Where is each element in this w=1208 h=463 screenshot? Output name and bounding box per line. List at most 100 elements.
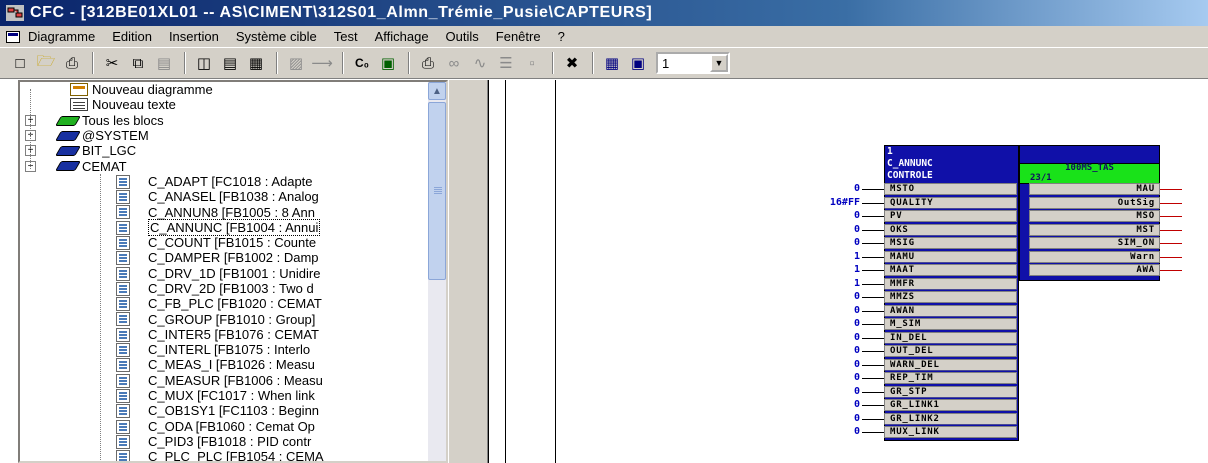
catalog-icon[interactable]: ◫: [192, 51, 216, 75]
menu-affichage[interactable]: Affichage: [373, 28, 431, 45]
sheet-view-icon[interactable]: ▦: [244, 51, 268, 75]
input-value[interactable]: 1: [800, 278, 860, 289]
tree-item[interactable]: C_OB1SY1 [FC1103 : Beginn: [20, 403, 420, 418]
tree-item[interactable]: C_ANNUN8 [FB1005 : 8 Ann: [20, 204, 420, 220]
input-value[interactable]: 0: [800, 305, 860, 316]
input-value[interactable]: 0: [800, 224, 860, 235]
tree-item[interactable]: C_PLC_PLC [FB1054 : CEMA: [20, 449, 420, 461]
sheet-number-select[interactable]: 1 ▼: [656, 52, 730, 74]
paste-icon[interactable]: ▤: [152, 51, 176, 75]
function-block-header[interactable]: 1 C_ANNUNC CONTROLE: [884, 145, 1017, 183]
new-doc-icon[interactable]: □: [8, 51, 32, 75]
input-pin[interactable]: MAAT: [884, 264, 1017, 276]
chevron-down-icon[interactable]: ▼: [710, 54, 728, 72]
tree-item[interactable]: + @SYSTEM: [20, 128, 420, 143]
menu-test[interactable]: Test: [332, 28, 360, 45]
input-value[interactable]: 0: [800, 211, 860, 221]
input-pin[interactable]: PV: [884, 210, 1017, 222]
menu-help[interactable]: ?: [556, 28, 567, 45]
document-menu-icon[interactable]: [6, 30, 20, 43]
input-pin[interactable]: M_SIM: [884, 318, 1017, 330]
input-value[interactable]: 0: [800, 319, 860, 329]
tree-item[interactable]: Nouveau texte: [20, 97, 420, 112]
input-value[interactable]: 0: [800, 359, 860, 370]
scrollbar-thumb[interactable]: [428, 102, 446, 280]
input-pin[interactable]: AWAN: [884, 304, 1017, 317]
output-pin[interactable]: OutSig: [1029, 196, 1160, 209]
input-pin[interactable]: OUT_DEL: [884, 345, 1017, 357]
menu-systeme-cible[interactable]: Système cible: [234, 28, 319, 45]
input-value[interactable]: 0: [800, 292, 860, 302]
run-sequence-box[interactable]: 100MS_TAS 23/1: [1019, 163, 1160, 184]
watch-off-icon[interactable]: ∿: [468, 51, 492, 75]
compile-icon[interactable]: C₀: [350, 51, 374, 75]
input-pin[interactable]: IN_DEL: [884, 331, 1017, 344]
input-pin[interactable]: GR_STP: [884, 385, 1017, 398]
input-value[interactable]: 0: [800, 427, 860, 437]
grid-icon[interactable]: ▦: [600, 51, 624, 75]
tree-item[interactable]: C_PID3 [FB1018 : PID contr: [20, 434, 420, 449]
overview-icon[interactable]: ▤: [218, 51, 242, 75]
trend-icon[interactable]: ▫: [520, 51, 544, 75]
tree-item[interactable]: C_INTERL [FB1075 : Interlo: [20, 342, 420, 357]
pane-splitter[interactable]: [448, 80, 488, 463]
menu-diagramme[interactable]: Diagramme: [26, 28, 97, 45]
test-mode-icon[interactable]: ⎙: [416, 51, 440, 75]
tree-item[interactable]: C_MEAS_I [FB1026 : Measu: [20, 357, 420, 372]
input-value[interactable]: 1: [800, 265, 860, 275]
monitor-icon[interactable]: ☰: [494, 51, 518, 75]
input-pin[interactable]: WARN_DEL: [884, 358, 1017, 371]
tree-item[interactable]: + BIT_LGC: [20, 143, 420, 158]
tree-item[interactable]: C_ODA [FB1060 : Cemat Op: [20, 419, 420, 434]
input-value[interactable]: 0: [800, 373, 860, 383]
input-pin[interactable]: GR_LINK2: [884, 412, 1017, 425]
menu-outils[interactable]: Outils: [444, 28, 481, 45]
tree-item[interactable]: − CEMAT: [20, 158, 420, 174]
output-pin[interactable]: MSO: [1029, 210, 1160, 222]
input-value[interactable]: 0: [800, 346, 860, 356]
copy-icon[interactable]: ⧉: [126, 51, 150, 75]
input-value[interactable]: 16#FF: [800, 197, 860, 208]
input-pin[interactable]: MSTO: [884, 183, 1017, 195]
print-icon[interactable]: ⎙: [60, 51, 84, 75]
tree-item[interactable]: C_ANASEL [FB1038 : Analog: [20, 189, 420, 204]
open-folder-icon[interactable]: 🗁: [34, 51, 58, 75]
vertical-scrollbar[interactable]: ▲: [428, 82, 446, 461]
connect-icon[interactable]: ⟶: [310, 51, 334, 75]
output-pin[interactable]: AWA: [1029, 264, 1160, 276]
input-pin[interactable]: MMFR: [884, 277, 1017, 290]
tree-item[interactable]: C_INTER5 [FB1076 : CEMAT: [20, 327, 420, 342]
tree-item[interactable]: C_GROUP [FB1010 : Group]: [20, 311, 420, 327]
input-pin[interactable]: GR_LINK1: [884, 399, 1017, 411]
download-icon[interactable]: ▣: [376, 51, 400, 75]
input-pin[interactable]: MUX_LINK: [884, 426, 1017, 438]
tree-item[interactable]: C_MEASUR [FB1006 : Measu: [20, 373, 420, 388]
print-preview-icon[interactable]: ▨: [284, 51, 308, 75]
input-pin[interactable]: REP_TIM: [884, 372, 1017, 384]
tree-item[interactable]: C_DRV_1D [FB1001 : Unidire: [20, 266, 420, 281]
input-value[interactable]: 1: [800, 251, 860, 262]
input-value[interactable]: 0: [800, 332, 860, 343]
input-pin[interactable]: MSIG: [884, 237, 1017, 249]
output-pin[interactable]: MAU: [1029, 183, 1160, 195]
input-pin[interactable]: OKS: [884, 223, 1017, 236]
tree-item[interactable]: C_ANNUNC [FB1004 : Annui: [20, 218, 420, 236]
tree-item[interactable]: C_ADAPT [FC1018 : Adapte: [20, 174, 420, 189]
tree-item[interactable]: C_MUX [FC1017 : When link: [20, 388, 420, 403]
tree-item[interactable]: C_DAMPER [FB1002 : Damp: [20, 250, 420, 265]
output-pin[interactable]: Warn: [1029, 250, 1160, 263]
output-pin[interactable]: MST: [1029, 223, 1160, 236]
input-value[interactable]: 0: [800, 184, 860, 194]
tree-item[interactable]: Nouveau diagramme: [20, 82, 420, 97]
watch-on-icon[interactable]: ∞: [442, 51, 466, 75]
tree-item[interactable]: + Tous les blocs: [20, 113, 420, 128]
input-value[interactable]: 0: [800, 413, 860, 424]
input-value[interactable]: 0: [800, 238, 860, 248]
output-pin[interactable]: SIM_ON: [1029, 237, 1160, 249]
tree-item[interactable]: C_FB_PLC [FB1020 : CEMAT: [20, 296, 420, 311]
input-pin[interactable]: MMZS: [884, 291, 1017, 303]
input-value[interactable]: 0: [800, 386, 860, 397]
input-value[interactable]: 0: [800, 400, 860, 410]
block-catalog-tree[interactable]: Nouveau diagramme Nouveau texte + Tous les …: [18, 80, 448, 463]
sheet-bar-icon[interactable]: ▣: [626, 51, 650, 75]
